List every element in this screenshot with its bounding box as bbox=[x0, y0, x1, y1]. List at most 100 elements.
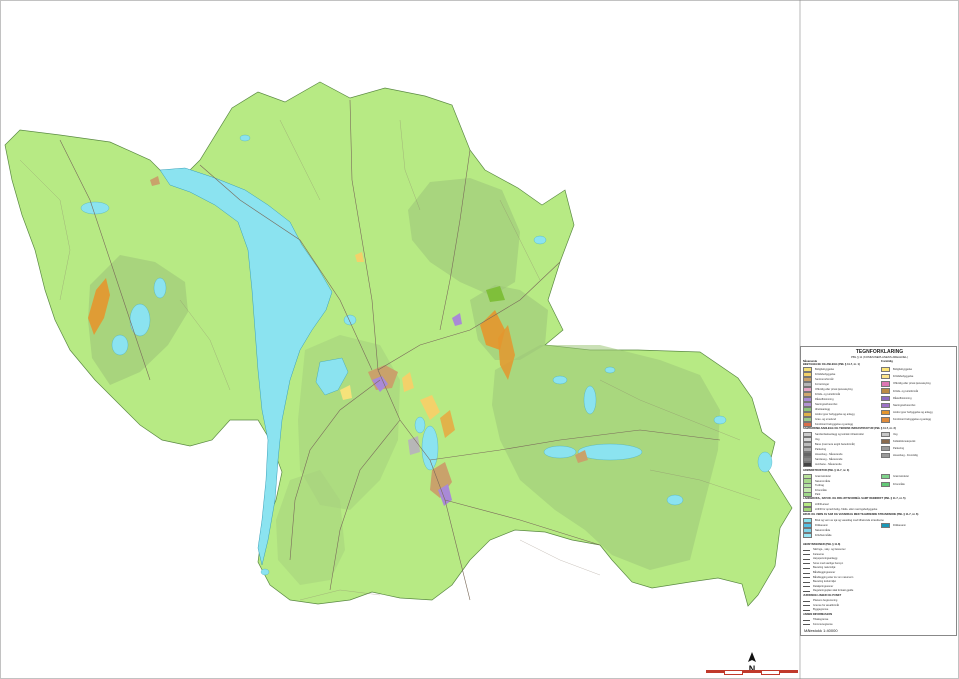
legend-item: Boligbebyggelse bbox=[881, 366, 913, 373]
legend-item-label: Naturområde bbox=[815, 529, 831, 532]
legend-item-label: Fritidsbebyggelse bbox=[893, 375, 914, 379]
legend-item-label: Reguleringsplan skal fortsatt gjelde bbox=[813, 589, 854, 593]
legend-item-label: Bevaring naturmiljø bbox=[813, 566, 836, 570]
legend-swatch bbox=[881, 522, 890, 529]
legend-item-label: Hovedveg - Nåværende bbox=[815, 453, 843, 456]
legend-item: Jernbane - Nåværende bbox=[803, 461, 842, 468]
legend-item-label: Parkering bbox=[893, 447, 905, 450]
legend-swatch bbox=[803, 600, 810, 602]
scale-bar-segment bbox=[706, 670, 724, 673]
legend-item-label: Boligbebyggelse bbox=[893, 368, 913, 371]
legend-swatch bbox=[881, 417, 890, 423]
scale-bar-segment bbox=[743, 670, 761, 673]
legend-item: Veg bbox=[881, 431, 898, 438]
legend-item-label: Råstoffutvinning bbox=[815, 398, 834, 401]
legend-item-label: Høyspenningsanlegg bbox=[813, 557, 838, 561]
legend-swatch bbox=[881, 438, 890, 445]
legend-item-label: Grav- og urnelund bbox=[815, 418, 836, 421]
scale-text: Målestokk 1:40000 bbox=[804, 628, 838, 633]
legend-swatch bbox=[803, 605, 810, 607]
legend-item-label: Forretninger bbox=[815, 383, 830, 386]
legend-section-hensyn: HENSYNSSONER (PBL § 11-8) bbox=[803, 543, 841, 546]
legend-item: Byggegrense bbox=[803, 607, 828, 612]
scale-bar-segment bbox=[780, 670, 798, 673]
legend-item: LNFR for spredt bolig- fritids- eller næ… bbox=[803, 506, 878, 513]
legend-swatch bbox=[803, 563, 810, 565]
legend-item: Drikkevann bbox=[881, 522, 906, 529]
legend-swatch bbox=[803, 577, 810, 579]
legend-item-label: Veg bbox=[893, 433, 898, 436]
legend-swatch bbox=[881, 402, 890, 409]
legend-swatch bbox=[803, 554, 810, 556]
legend-item-label: Drikkevann bbox=[893, 524, 906, 527]
legend-item-label: Bane (nærmere angitt baneformål) bbox=[815, 443, 855, 446]
legend-item-label: Kombinert bebyggelse og anlegg bbox=[815, 423, 853, 426]
legend-item-label: Kollektivknutepunkt bbox=[893, 440, 916, 443]
legend-item: Fritidsbebyggelse bbox=[881, 373, 914, 380]
legend-item-label: Byggegrense bbox=[813, 608, 829, 612]
legend-item-label: Friluftsområde bbox=[815, 534, 832, 537]
legend-swatch bbox=[803, 572, 810, 574]
legend-swatch bbox=[803, 549, 810, 551]
legend-swatch bbox=[803, 590, 810, 592]
legend-section-lnfr: LANDBRUKS-, NATUR- OG FRILUFTSFORMÅL SAM… bbox=[803, 497, 906, 500]
legend-item-label: Næringsvirksomhet bbox=[815, 403, 838, 406]
legend-item-label: Båndleggingssoner bbox=[813, 571, 836, 574]
legend-swatch bbox=[803, 567, 810, 569]
legend-item-label: Offentlig eller privat tjenesteyting bbox=[893, 382, 931, 386]
legend-item: Fritids- og turistformål bbox=[881, 388, 918, 394]
legend-item-label: Sone med særlige hensyn bbox=[813, 561, 844, 565]
legend-item-label: Faresone bbox=[813, 552, 824, 556]
legend-swatch bbox=[881, 445, 890, 452]
legend-item-label: Friområde bbox=[893, 483, 905, 486]
legend-item-label: Råstoffutvinning bbox=[893, 396, 912, 400]
legend-item-label: Grense for arealformål bbox=[813, 603, 839, 607]
legend-item-label: LNFR for spredt bolig- fritids- eller næ… bbox=[815, 508, 878, 511]
legend-item-label: Næringsvirksomhet bbox=[893, 404, 916, 407]
legend-item-label: Boligbebyggelse bbox=[815, 368, 835, 371]
legend-item: Kombinert bebyggelse og anlegg bbox=[881, 417, 931, 423]
legend-swatch bbox=[881, 452, 890, 459]
legend-item: Parkering bbox=[881, 445, 905, 452]
legend-item: Råstoffutvinning bbox=[881, 395, 912, 402]
legend-section-juridisk: JURIDISKE LINJER OG PUNKT bbox=[803, 594, 842, 597]
legend-section-gronn: GRØNNSTRUKTUR (PBL § 11-7, nr. 3) bbox=[803, 469, 850, 472]
legend-item-label: Fritids- og turistformål bbox=[815, 393, 841, 396]
legend-item-label: Jernbane - Nåværende bbox=[815, 463, 842, 466]
legend-item: Andre typer bebyggelse og anlegg bbox=[881, 409, 933, 416]
map-frame: TEGNFORKLARING PBL § 11 (KOMMUNEPLANENS … bbox=[0, 0, 959, 679]
legend-item-label: Offentlig eller privat tjenesteyting bbox=[815, 388, 853, 391]
legend-swatch bbox=[803, 558, 810, 560]
legend-item: Reguleringsplan skal fortsatt gjelde bbox=[803, 588, 853, 593]
legend-item-label: Drikkevann bbox=[815, 524, 828, 527]
legend-item-label: Kombinert bebyggelse og anlegg bbox=[893, 418, 931, 422]
legend-swatch bbox=[881, 381, 890, 387]
legend-section-bygg: BEBYGGELSE OG ANLEGG (PBL § 11-7, nr. 1) bbox=[803, 363, 860, 366]
legend-item-label: Samferdselsanlegg og teknisk infrastrukt… bbox=[815, 433, 865, 436]
scale-bar-segment bbox=[723, 670, 744, 675]
legend-item: Grønnstruktur bbox=[881, 473, 909, 480]
legend-item: Hovedveg - Fremtidig bbox=[881, 452, 918, 459]
legend-swatch bbox=[881, 395, 890, 402]
legend-swatch bbox=[881, 373, 890, 380]
legend-swatch bbox=[881, 366, 890, 373]
legend-item-label: Parkering bbox=[815, 448, 827, 451]
legend-item-label: Hovedveg - Fremtidig bbox=[893, 454, 918, 457]
legend-item-label: Grønnstruktur bbox=[893, 475, 909, 478]
legend-swatch bbox=[803, 506, 812, 513]
legend-item-label: Bruk og vern av sjø og vassdrag med tilh… bbox=[815, 519, 884, 522]
legend-item-label: Sikrings-, støy- og faresoner bbox=[813, 548, 846, 551]
legend-swatch bbox=[803, 619, 810, 621]
legend-item-label: Kommunegrense bbox=[813, 622, 833, 626]
legend-item-label: Fritidsbebyggelse bbox=[815, 373, 836, 376]
scale-bar-segment bbox=[760, 670, 781, 675]
legend-swatch bbox=[881, 473, 890, 480]
legend-item-label: Detaljeringssoner bbox=[813, 584, 834, 588]
legend-swatch bbox=[803, 532, 812, 539]
legend-item-label: Veg bbox=[815, 438, 820, 441]
legend-swatch bbox=[881, 388, 890, 394]
legend-section-annen: ANNEN INFORMASJON bbox=[803, 613, 833, 616]
legend-subtitle: PBL § 11 (KOMMUNEPLANENS AREALDEL) bbox=[851, 355, 908, 359]
legend-item-label: Tiltaksgrense bbox=[813, 618, 829, 621]
legend-item-label: Båndlegging etter lov om naturvern bbox=[813, 575, 854, 579]
